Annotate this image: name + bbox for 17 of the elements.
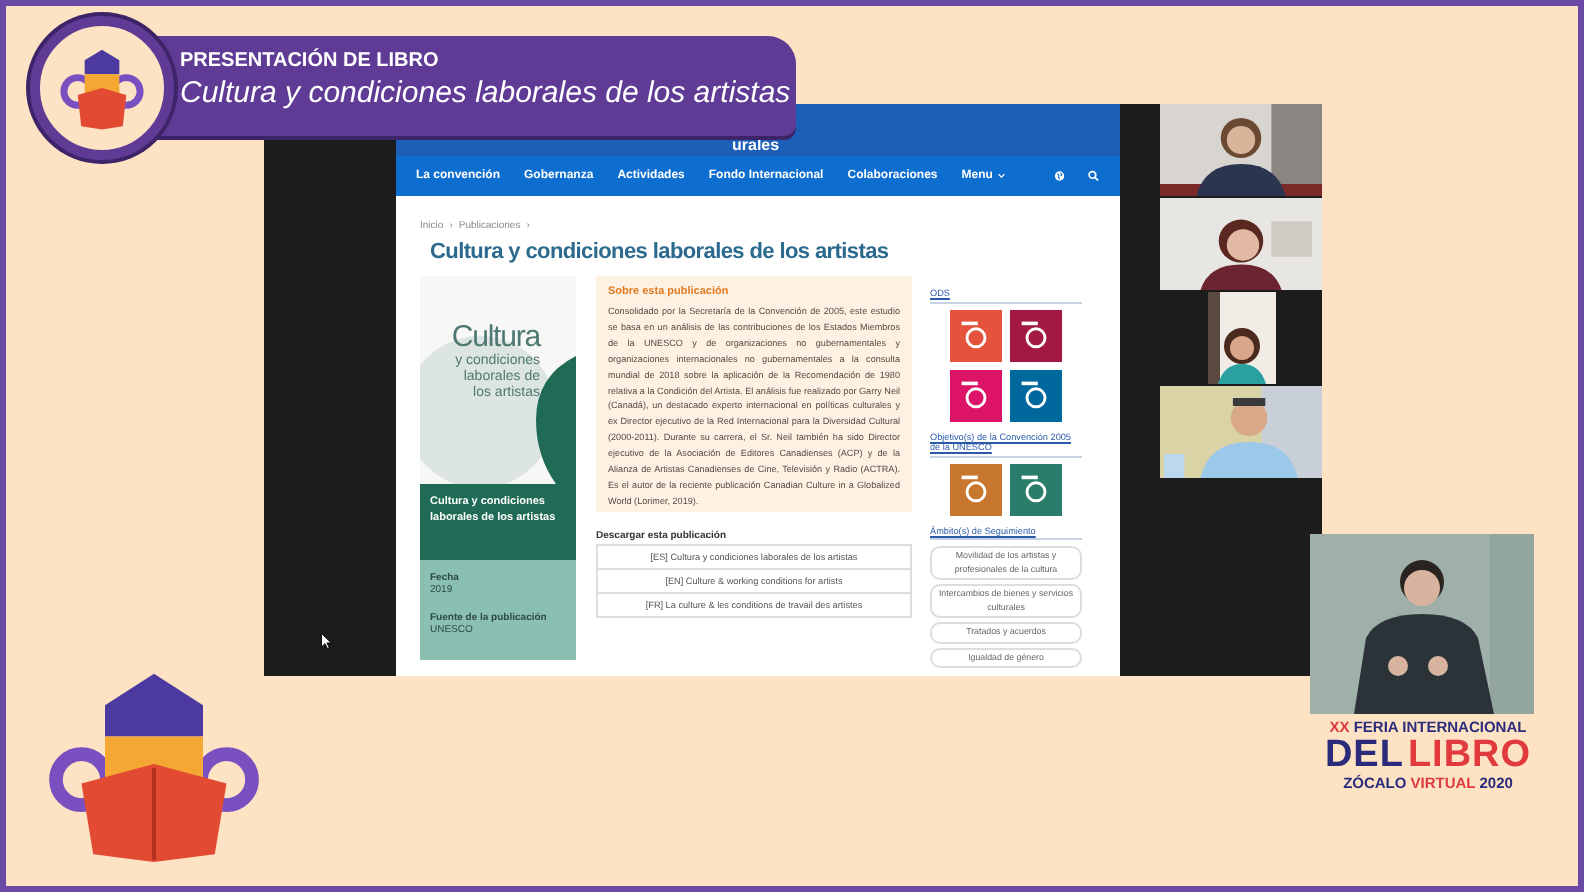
goal-tile[interactable]: [950, 463, 1002, 515]
banner-kicker: PRESENTACIÓN DE LIBRO: [180, 50, 439, 72]
banner-title: Cultura y condiciones laborales de los artistas: [180, 74, 793, 114]
site-title: urales: [732, 136, 780, 154]
goal-tile[interactable]: [950, 369, 1002, 421]
search-icon[interactable]: [1088, 168, 1100, 184]
cover-title: Cultura: [451, 320, 540, 354]
fair-logo-text: DEL: [1324, 736, 1404, 774]
cursor-icon: [320, 632, 332, 650]
fair-logo-text: LIBRO: [1407, 736, 1532, 774]
page-title: Cultura y condiciones laborales de los artistas: [430, 240, 891, 264]
goal-tile[interactable]: [1010, 309, 1062, 361]
goal-tile[interactable]: [1010, 463, 1062, 515]
globe-icon[interactable]: [1053, 168, 1065, 184]
caret-icon: [998, 172, 1006, 180]
goal-tile[interactable]: [950, 309, 1002, 361]
goal-tile[interactable]: [1010, 369, 1062, 421]
